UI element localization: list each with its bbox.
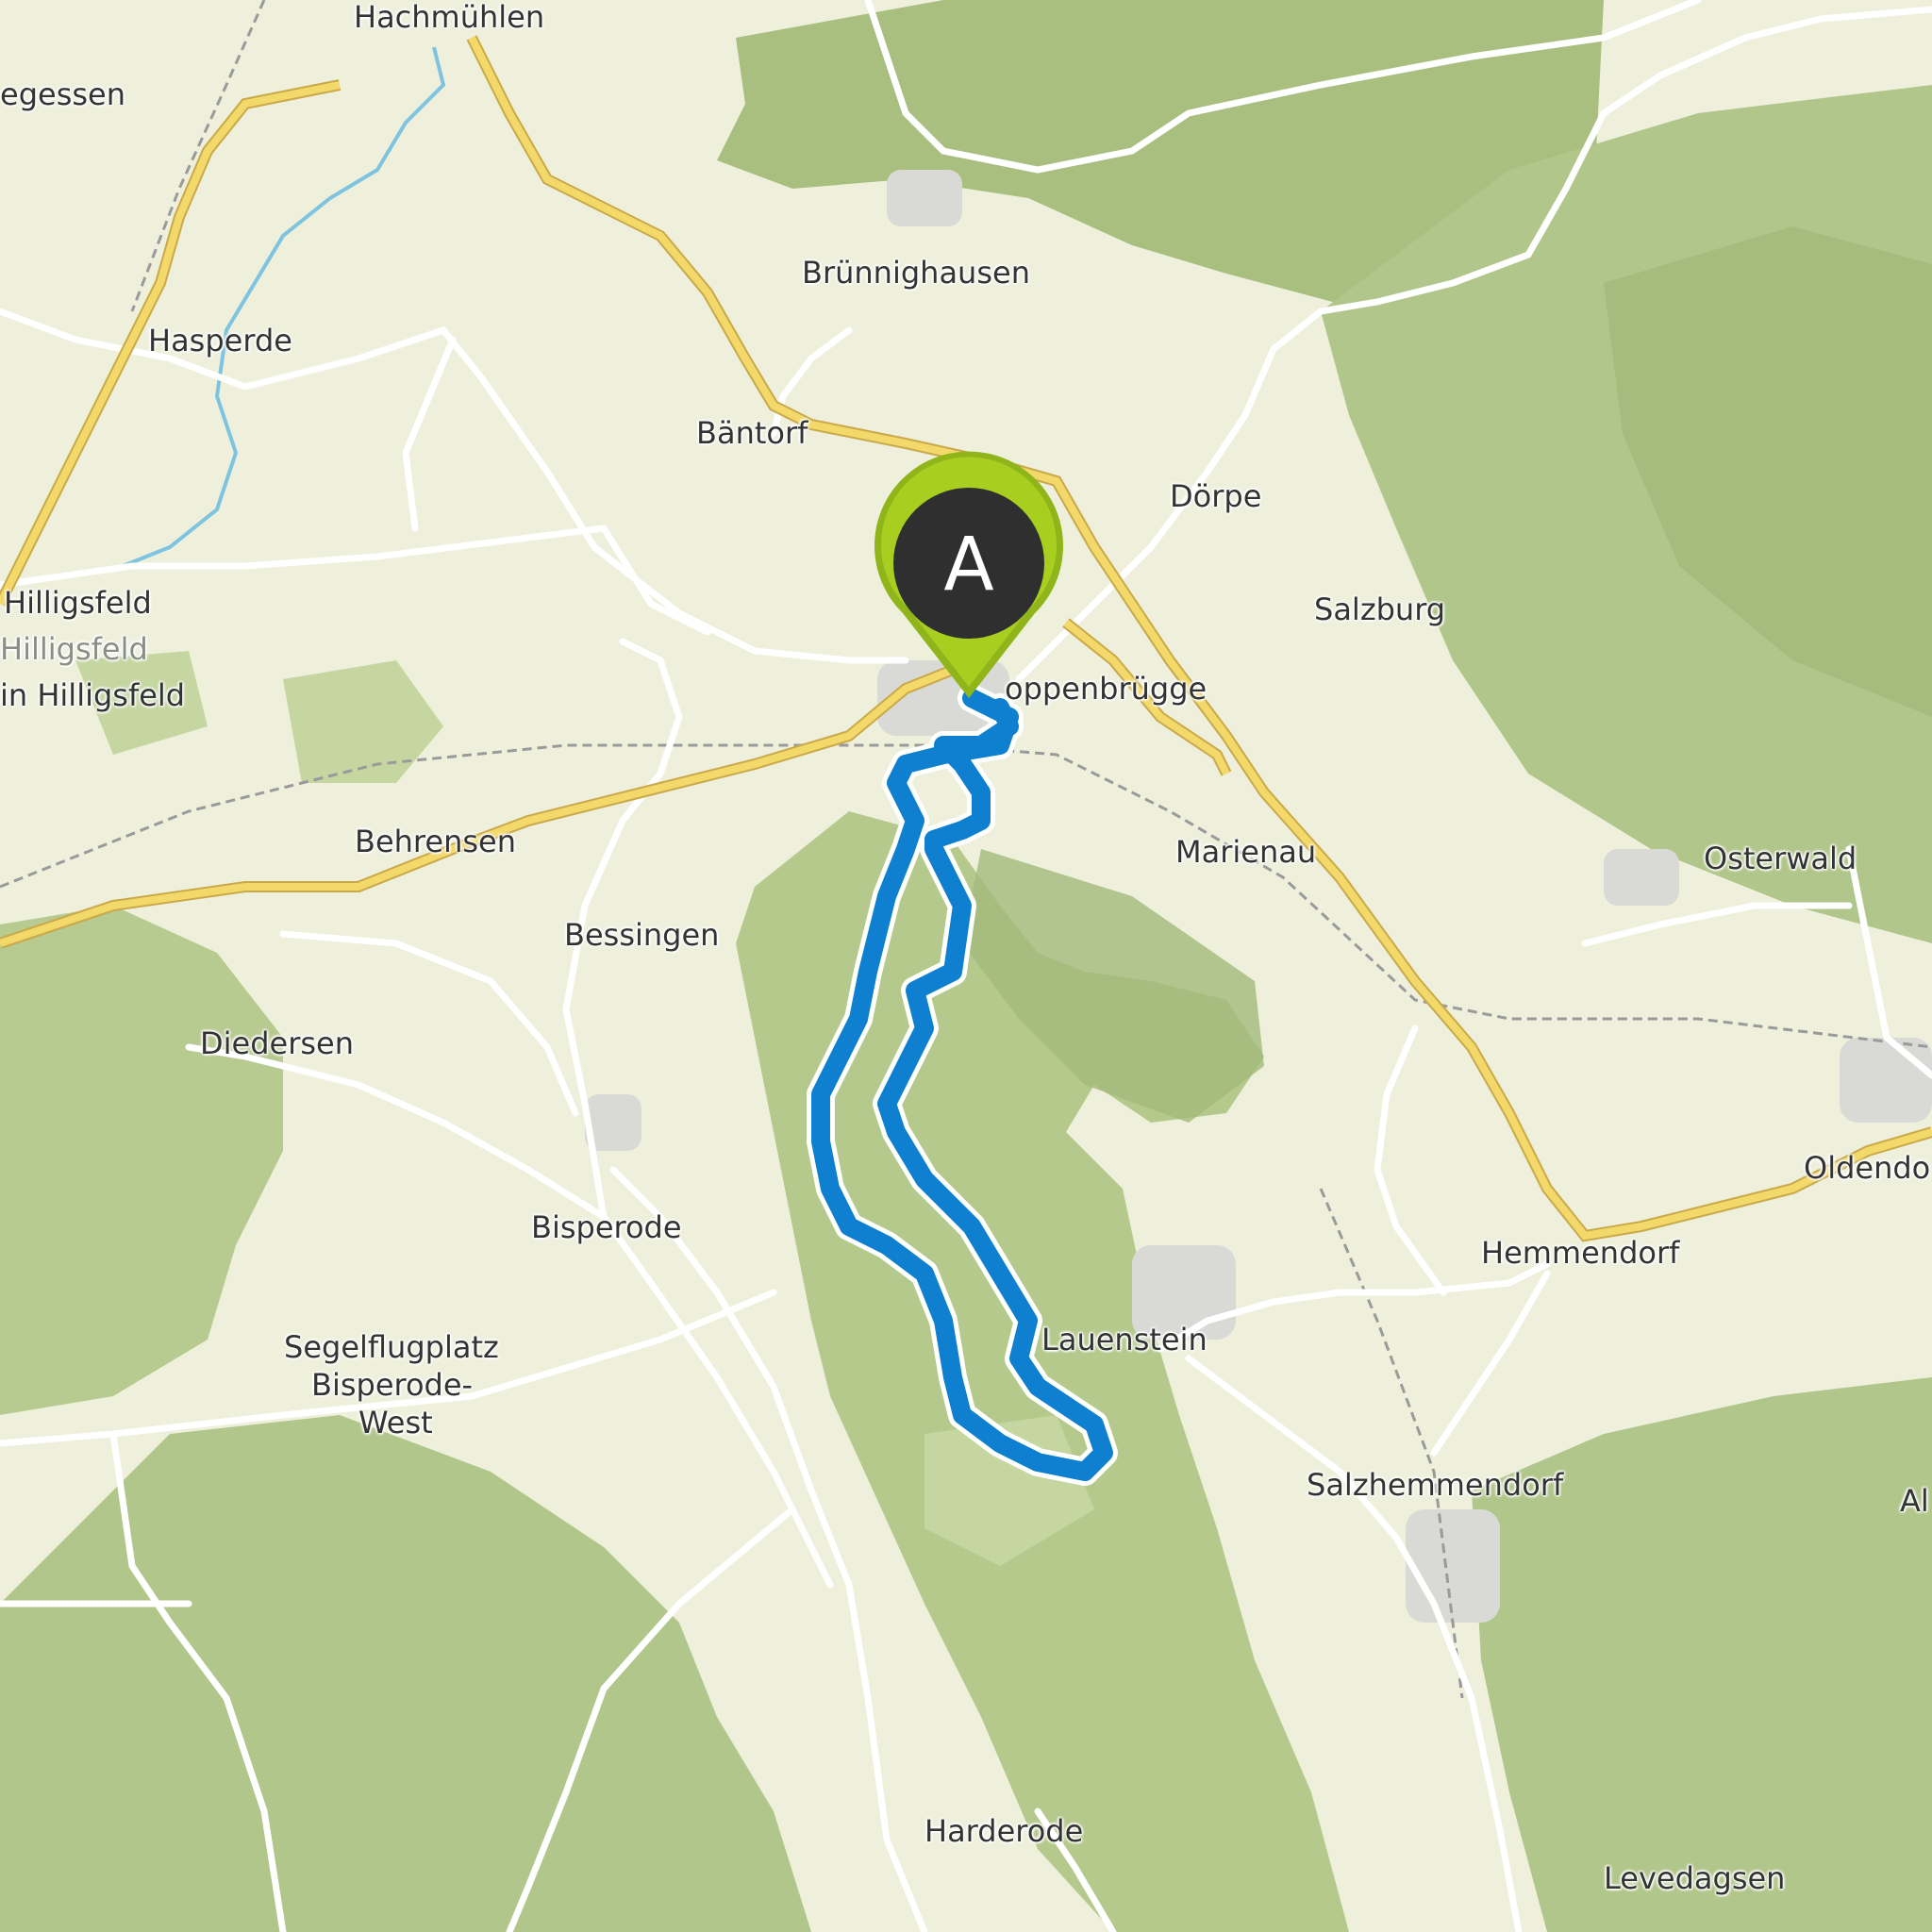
place-label-hilligsfeld: Hilligsfeld [4,585,152,621]
place-label-coppenbruegge: oppenbrügge [1005,671,1208,707]
place-label-osterwald: Osterwald [1704,841,1857,876]
place-label-behrensen: Behrensen [355,824,516,859]
place-label-bisperode: Bisperode [531,1209,682,1245]
place-label-segelflugplatz-line2: Bisperode- [311,1367,474,1403]
place-label-segelflugplatz-line3: West [358,1405,433,1441]
place-label-hachmuehlen: Hachmühlen [354,0,545,35]
place-label-al: Al [1900,1483,1929,1519]
place-label-bruennighausen: Brünnighausen [802,255,1030,291]
place-label-in-hilligsfeld: in Hilligsfeld [0,677,186,713]
place-label-harderode: Harderode [924,1813,1084,1849]
place-label-diedersen: Diedersen [200,1025,355,1061]
place-label-hemmendorf: Hemmendorf [1481,1235,1680,1271]
place-label-baentorf: Bäntorf [696,415,808,451]
place-label-bessingen: Bessingen [564,917,720,953]
place-label-doerpe: Dörpe [1170,478,1262,514]
place-label-levedagsen: Levedagsen [1604,1860,1786,1896]
place-label-hilligsfeld-district: Hilligsfeld [0,631,148,667]
place-label-oldendorf: Oldendo [1804,1150,1931,1186]
map-canvas[interactable]: A Hachmühlen egessen Brünnighausen Haspe… [0,0,1932,1932]
salzburg-label: Salzburg [1314,591,1446,627]
place-label-marienau: Marienau [1175,834,1317,870]
place-label-egessen: egessen [0,76,125,112]
place-label-segelflugplatz-line1: Segelflugplatz [284,1329,499,1365]
place-label-salzhemmendorf: Salzhemmendorf [1307,1467,1564,1503]
marker-label: A [943,523,993,608]
place-label-hasperde: Hasperde [148,323,292,358]
place-label-lauenstein: Lauenstein [1041,1322,1208,1357]
